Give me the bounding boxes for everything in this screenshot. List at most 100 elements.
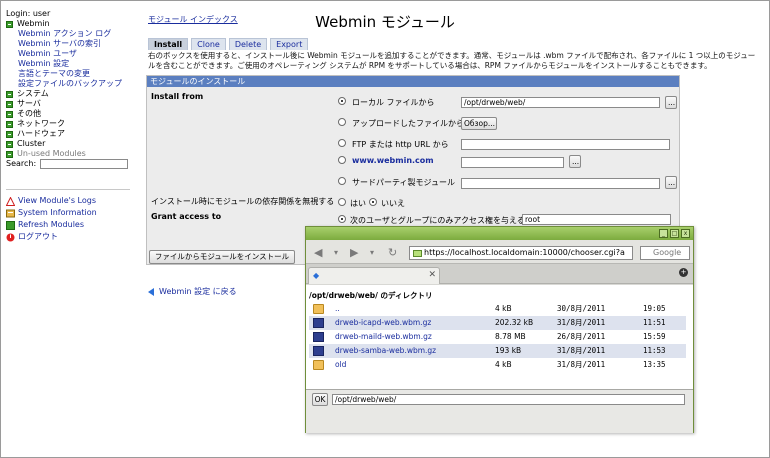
panel-title: モジュールのインストール xyxy=(147,76,679,87)
left-nav: Login: user Webmin Webmin アクション ログ Webmi… xyxy=(6,9,130,169)
category-icon xyxy=(6,140,13,148)
search-input[interactable] xyxy=(40,159,129,169)
reload-icon[interactable]: ↻ xyxy=(388,246,397,259)
category-icon xyxy=(6,90,13,98)
back-icon[interactable]: ◀ xyxy=(314,246,322,259)
info-icon xyxy=(6,209,15,218)
nav-webmin-config[interactable]: Webmin 設定 xyxy=(18,59,69,69)
new-tab-icon[interactable]: + xyxy=(679,268,688,277)
webmin-com-input[interactable] xyxy=(461,157,564,168)
back-arrow-icon xyxy=(148,287,154,296)
nav-backup-config[interactable]: 設定ファイルのバックアップ xyxy=(18,79,122,89)
view-logs-link[interactable]: View Module's Logs xyxy=(6,195,130,207)
archive-file-icon xyxy=(313,346,324,356)
warning-icon xyxy=(6,196,15,206)
archive-file-icon xyxy=(313,318,324,328)
browse-button[interactable]: Обзор... xyxy=(461,117,497,130)
webmin-com-link[interactable]: www.webmin.com xyxy=(352,156,434,165)
selected-path-input[interactable]: /opt/drweb/web/ xyxy=(332,394,685,405)
popup-toolbar: ◀ ▾ ▶ ▾ ↻ https://localhost.localdomain:… xyxy=(306,240,693,264)
grant-users-input[interactable]: root xyxy=(522,214,671,225)
no-label: いいえ xyxy=(381,199,405,208)
ftp-url-input[interactable] xyxy=(461,139,670,150)
maximize-icon[interactable]: □ xyxy=(670,229,679,238)
radio-webmin-com[interactable] xyxy=(338,156,346,164)
radio-grant-only[interactable] xyxy=(338,215,346,223)
folder-icon xyxy=(313,304,324,314)
description-text: 右のボックスを使用すると、インストール後に Webmin モジュールを追加するこ… xyxy=(148,51,756,70)
file-row[interactable]: .. 4 kB 30/8月/2011 19:05 xyxy=(309,302,686,316)
webmin-com-chooser-button[interactable]: ... xyxy=(569,155,581,168)
page-icon: ◆ xyxy=(313,271,320,280)
file-row[interactable]: drweb-samba-web.wbm.gz 193 kB 31/8月/2011… xyxy=(309,344,686,358)
refresh-icon xyxy=(6,220,15,230)
forward-dropdown-icon[interactable]: ▾ xyxy=(370,248,374,257)
file-row[interactable]: drweb-maild-web.wbm.gz 8.78 MB 26/8月/201… xyxy=(309,330,686,344)
category-system[interactable]: システム xyxy=(6,89,130,99)
category-icon xyxy=(6,110,13,118)
tab-export[interactable]: Export xyxy=(270,38,309,50)
radio-ignore-no[interactable] xyxy=(369,198,377,206)
radio-ftp-url[interactable] xyxy=(338,139,346,147)
nav-webmin-users[interactable]: Webmin ユーザ xyxy=(18,49,77,59)
grant-only-label: 次のユーザとグループにのみアクセス権を与える xyxy=(350,216,525,225)
back-to-config-link[interactable]: Webmin 設定 に戻る xyxy=(148,286,237,297)
nav-change-language-theme[interactable]: 言語とテーマの変更 xyxy=(18,69,90,79)
ok-button[interactable]: OK xyxy=(312,393,328,406)
popup-tab[interactable]: ◆ ✕ xyxy=(308,267,440,284)
local-file-input[interactable]: /opt/drweb/web/ xyxy=(461,97,660,108)
category-unused-modules[interactable]: Un-used Modules xyxy=(6,149,130,159)
close-tab-icon[interactable]: ✕ xyxy=(428,270,436,280)
category-icon xyxy=(6,120,13,128)
local-file-label: ローカル ファイルから xyxy=(352,98,435,107)
secure-site-icon xyxy=(413,250,422,257)
category-others[interactable]: その他 xyxy=(6,109,130,119)
web-search-input[interactable]: Google xyxy=(640,246,690,260)
tab-clone[interactable]: Clone xyxy=(191,38,226,50)
file-row[interactable]: old 4 kB 31/8月/2011 13:35 xyxy=(309,358,686,372)
page-title: Webmin モジュール xyxy=(315,13,455,31)
close-icon[interactable]: x xyxy=(681,229,690,238)
nav-actions: View Module's Logs System Information Re… xyxy=(6,195,130,243)
refresh-modules-link[interactable]: Refresh Modules xyxy=(6,219,130,231)
url-bar[interactable]: https://localhost.localdomain:10000/choo… xyxy=(409,246,633,260)
nav-webmin-servers-index[interactable]: Webmin サーバの索引 xyxy=(18,39,101,49)
directory-title: /opt/drweb/web/ のディレクトリ xyxy=(309,291,433,300)
folder-icon xyxy=(313,360,324,370)
third-party-chooser-button[interactable]: ... xyxy=(665,176,677,189)
popup-content: /opt/drweb/web/ のディレクトリ .. 4 kB 30/8月/20… xyxy=(306,285,693,389)
file-chooser-window: _ □ x ◀ ▾ ▶ ▾ ↻ https://localhost.locald… xyxy=(305,226,694,433)
power-icon xyxy=(6,233,15,242)
third-party-label: サードパーティ製モジュール xyxy=(352,178,455,187)
install-from-label: Install from xyxy=(151,92,204,101)
radio-local-file[interactable] xyxy=(338,97,346,105)
category-icon xyxy=(6,100,13,108)
category-network[interactable]: ネットワーク xyxy=(6,119,130,129)
system-information-link[interactable]: System Information xyxy=(6,207,130,219)
install-from-file-button[interactable]: ファイルからモジュールをインストール xyxy=(149,250,295,264)
logout-link[interactable]: ログアウト xyxy=(6,231,130,243)
local-file-chooser-button[interactable]: ... xyxy=(665,96,677,109)
minimize-icon[interactable]: _ xyxy=(659,229,668,238)
radio-uploaded-file[interactable] xyxy=(338,118,346,126)
category-icon xyxy=(6,130,13,138)
popup-tab-bar: ◆ ✕ + xyxy=(306,264,693,284)
category-cluster[interactable]: Cluster xyxy=(6,139,130,149)
radio-ignore-yes[interactable] xyxy=(338,198,346,206)
history-dropdown-icon[interactable]: ▾ xyxy=(334,248,338,257)
archive-file-icon xyxy=(313,332,324,342)
file-row[interactable]: drweb-icapd-web.wbm.gz 202.32 kB 31/8月/2… xyxy=(309,316,686,330)
ftp-url-label: FTP または http URL から xyxy=(352,140,449,149)
third-party-input[interactable] xyxy=(461,178,660,189)
tab-delete[interactable]: Delete xyxy=(228,38,268,50)
category-hardware[interactable]: ハードウェア xyxy=(6,129,130,139)
category-icon xyxy=(6,150,13,158)
uploaded-file-label: アップロードしたファイルから xyxy=(352,119,464,128)
radio-third-party[interactable] xyxy=(338,177,346,185)
tab-install[interactable]: Install xyxy=(148,38,189,50)
tab-bar: Install Clone Delete Export xyxy=(148,38,309,50)
forward-icon[interactable]: ▶ xyxy=(350,246,358,259)
category-servers[interactable]: サーバ xyxy=(6,99,130,109)
ignore-deps-label: インストール時にモジュールの依存関係を無視する xyxy=(151,197,335,206)
popup-titlebar[interactable]: _ □ x xyxy=(306,227,693,240)
